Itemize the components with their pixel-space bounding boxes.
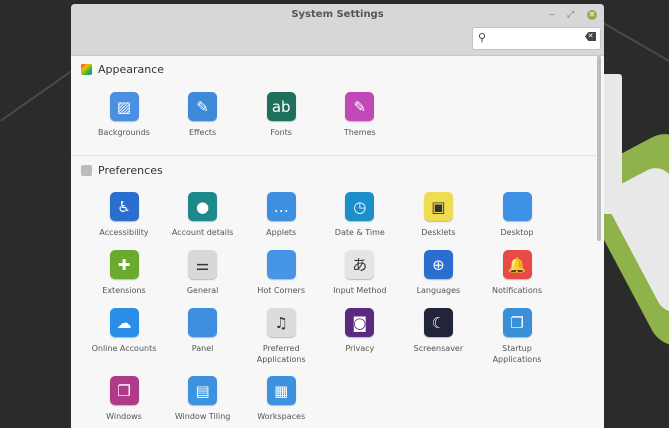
- scrollbar[interactable]: [597, 56, 601, 241]
- puzzle-icon: ✚: [109, 250, 139, 279]
- clear-search-icon[interactable]: ✕: [585, 32, 596, 41]
- settings-item-backgrounds[interactable]: ▨ Backgrounds: [85, 92, 163, 138]
- settings-item-label: Privacy: [345, 344, 375, 353]
- settings-item-extensions[interactable]: ✚ Extensions: [85, 250, 163, 296]
- effects-icon: ✎: [188, 92, 218, 121]
- settings-item-label: Backgrounds: [98, 128, 150, 137]
- settings-item-label: Fonts: [270, 128, 292, 137]
- settings-item-notifications[interactable]: 🔔 Notifications: [478, 250, 556, 296]
- settings-item-applets[interactable]: … Applets: [242, 192, 320, 238]
- clock-icon: ◷: [345, 192, 375, 221]
- backgrounds-icon: ▨: [109, 92, 139, 121]
- bell-icon: 🔔: [502, 250, 532, 279]
- settings-item-label: Online Accounts: [91, 344, 157, 353]
- settings-item-online-accounts[interactable]: ☁ Online Accounts: [85, 308, 163, 354]
- appearance-icon: [81, 64, 92, 75]
- section-title: Appearance: [98, 63, 165, 76]
- startup-icon: ❐: [502, 308, 532, 337]
- settings-item-label: Notifications: [491, 286, 543, 295]
- settings-item-label: General: [186, 286, 219, 295]
- toggles-icon: ⚌: [188, 250, 218, 279]
- settings-item-label: Accessibility: [99, 228, 149, 237]
- media-icon: ♫: [266, 308, 296, 337]
- minimize-button[interactable]: ‒: [549, 10, 555, 20]
- settings-item-languages[interactable]: ⊕ Languages: [399, 250, 477, 296]
- section-appearance-header: Appearance: [81, 63, 164, 76]
- workspaces-icon: ▦: [266, 376, 296, 405]
- hot-corners-icon: [266, 250, 296, 279]
- mask-icon: ◙: [345, 308, 375, 337]
- settings-item-label: Desklets: [421, 228, 456, 237]
- input-method-icon: あ: [345, 250, 375, 279]
- search-icon: ⚲: [478, 31, 487, 44]
- settings-item-desklets[interactable]: ▣ Desklets: [399, 192, 477, 238]
- settings-item-themes[interactable]: ✎ Themes: [321, 92, 399, 138]
- settings-item-account-details[interactable]: ● Account details: [164, 192, 242, 238]
- globe-icon: ⊕: [423, 250, 453, 279]
- panel-icon: [188, 308, 218, 337]
- titlebar[interactable]: System Settings ‒ ⤢ ✕ ⚲ ✕: [71, 4, 604, 56]
- settings-item-startup-applications[interactable]: ❐ Startup Applications: [478, 308, 556, 365]
- fonts-icon: ab: [266, 92, 296, 121]
- account-icon: ●: [188, 192, 218, 221]
- settings-item-label: Windows: [106, 412, 142, 421]
- desklets-icon: ▣: [423, 192, 453, 221]
- settings-item-effects[interactable]: ✎ Effects: [164, 92, 242, 138]
- cloud-icon: ☁: [109, 308, 139, 337]
- settings-item-label: Account details: [171, 228, 234, 237]
- search-field[interactable]: ⚲ ✕: [472, 27, 601, 50]
- desktop-icon: [502, 192, 532, 221]
- system-settings-window: System Settings ‒ ⤢ ✕ ⚲ ✕ Appearance Pre…: [71, 4, 604, 428]
- divider: [71, 155, 596, 156]
- section-preferences-header: Preferences: [81, 164, 163, 177]
- close-button[interactable]: ✕: [587, 10, 597, 20]
- settings-item-preferred-applications[interactable]: ♫ Preferred Applications: [242, 308, 320, 365]
- settings-item-label: Extensions: [102, 286, 146, 295]
- settings-item-label: Effects: [188, 128, 217, 137]
- maximize-button[interactable]: ⤢: [567, 10, 574, 20]
- tiling-icon: ▤: [188, 376, 218, 405]
- settings-item-label: Screensaver: [413, 344, 464, 353]
- settings-item-label: Desktop: [500, 228, 534, 237]
- settings-item-fonts[interactable]: ab Fonts: [242, 92, 320, 138]
- windows-icon: ❐: [109, 376, 139, 405]
- wallpaper-line: [599, 20, 669, 82]
- settings-item-date-time[interactable]: ◷ Date & Time: [321, 192, 399, 238]
- settings-item-desktop[interactable]: Desktop: [478, 192, 556, 238]
- settings-item-label: Applets: [266, 228, 297, 237]
- settings-item-label: Window Tiling: [174, 412, 231, 421]
- preferences-icon: [81, 165, 92, 176]
- section-title: Preferences: [98, 164, 163, 177]
- settings-item-input-method[interactable]: あ Input Method: [321, 250, 399, 296]
- settings-item-accessibility[interactable]: ♿ Accessibility: [85, 192, 163, 238]
- window-title: System Settings: [291, 9, 384, 20]
- settings-item-screensaver[interactable]: ☾ Screensaver: [399, 308, 477, 354]
- settings-item-privacy[interactable]: ◙ Privacy: [321, 308, 399, 354]
- settings-item-label: Themes: [343, 128, 376, 137]
- settings-item-label: Preferred Applications: [256, 344, 306, 364]
- themes-icon: ✎: [345, 92, 375, 121]
- search-input[interactable]: [493, 30, 582, 43]
- settings-item-label: Date & Time: [334, 228, 385, 237]
- settings-item-label: Panel: [191, 344, 214, 353]
- applets-icon: …: [266, 192, 296, 221]
- accessibility-icon: ♿: [109, 192, 139, 221]
- settings-item-label: Workspaces: [257, 412, 306, 421]
- settings-item-general[interactable]: ⚌ General: [164, 250, 242, 296]
- settings-item-label: Input Method: [333, 286, 387, 295]
- settings-item-hot-corners[interactable]: Hot Corners: [242, 250, 320, 296]
- moon-icon: ☾: [423, 308, 453, 337]
- settings-item-panel[interactable]: Panel: [164, 308, 242, 354]
- settings-item-window-tiling[interactable]: ▤ Window Tiling: [164, 376, 242, 422]
- settings-item-label: Startup Applications: [492, 344, 542, 364]
- settings-item-label: Languages: [416, 286, 461, 295]
- settings-item-label: Hot Corners: [257, 286, 306, 295]
- settings-item-workspaces[interactable]: ▦ Workspaces: [242, 376, 320, 422]
- settings-item-windows[interactable]: ❐ Windows: [85, 376, 163, 422]
